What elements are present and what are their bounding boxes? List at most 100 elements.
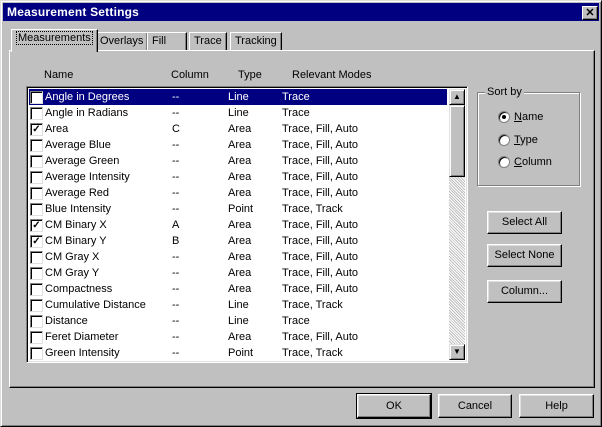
item-type: Area: [228, 235, 252, 247]
radio-dot: [498, 134, 510, 146]
check-icon[interactable]: ✓: [30, 123, 43, 136]
list-item[interactable]: Compactness -- Area Trace, Fill, Auto: [29, 281, 447, 297]
close-button[interactable]: ✕: [582, 6, 598, 20]
item-column: --: [172, 203, 180, 215]
radio-label: Column: [514, 156, 552, 168]
checkbox[interactable]: [30, 187, 43, 200]
checkbox[interactable]: [30, 331, 43, 344]
item-column: A: [172, 219, 180, 231]
list-item[interactable]: Cumulative Distance -- Line Trace, Track: [29, 297, 447, 313]
list-item[interactable]: CM Gray X -- Area Trace, Fill, Auto: [29, 249, 447, 265]
item-modes: Trace, Fill, Auto: [282, 251, 359, 263]
item-column: --: [172, 251, 180, 263]
list-item[interactable]: Average Blue -- Area Trace, Fill, Auto: [29, 137, 447, 153]
arrow-up-icon[interactable]: ▲: [449, 89, 465, 105]
header-type: Type: [238, 69, 262, 81]
checkbox[interactable]: [30, 155, 43, 168]
checkbox[interactable]: [30, 347, 43, 360]
list-item[interactable]: Feret Diameter -- Area Trace, Fill, Auto: [29, 329, 447, 345]
tab-fill[interactable]: Fill: [147, 32, 187, 51]
tab-label: Tracking: [235, 35, 277, 47]
tab-trace[interactable]: Trace: [189, 32, 227, 51]
list-item[interactable]: ✓ CM Binary X A Area Trace, Fill, Auto: [29, 217, 447, 233]
checkbox[interactable]: [30, 267, 43, 280]
item-name: Average Intensity: [45, 171, 130, 183]
item-type: Area: [228, 283, 252, 295]
list-item[interactable]: ✓ CM Binary Y B Area Trace, Fill, Auto: [29, 233, 447, 249]
select-none-button[interactable]: Select None: [487, 244, 562, 267]
item-column: --: [172, 139, 180, 151]
tab-label: Measurements: [16, 31, 93, 45]
tab-label: Fill: [152, 35, 167, 47]
item-name: Average Green: [45, 155, 120, 167]
item-modes: Trace, Fill, Auto: [282, 331, 359, 343]
tab-measurements[interactable]: Measurements: [11, 29, 98, 52]
scroll-thumb[interactable]: [449, 105, 465, 177]
item-type: Area: [228, 123, 252, 135]
tab-overlays[interactable]: Overlays: [95, 32, 149, 51]
item-modes: Trace, Track: [282, 299, 343, 311]
item-modes: Trace, Track: [282, 347, 343, 359]
radio-label: Type: [514, 134, 538, 146]
item-column: --: [172, 315, 180, 327]
dialog-window: Measurement Settings ✕ Measurements Over…: [0, 0, 602, 427]
checkbox[interactable]: [30, 315, 43, 328]
list-item[interactable]: Angle in Radians -- Line Trace: [29, 105, 447, 121]
checkbox[interactable]: [30, 171, 43, 184]
checkbox[interactable]: [30, 251, 43, 264]
checkbox[interactable]: [30, 203, 43, 216]
list-item[interactable]: ✓ Area C Area Trace, Fill, Auto: [29, 121, 447, 137]
item-name: CM Gray Y: [45, 267, 100, 279]
measurements-list[interactable]: Angle in Degrees -- Line Trace Angle in Radi…: [26, 86, 468, 363]
checkbox[interactable]: [30, 299, 43, 312]
checkbox[interactable]: [30, 139, 43, 152]
item-modes: Trace: [282, 315, 310, 327]
item-modes: Trace, Fill, Auto: [282, 139, 359, 151]
arrow-down-icon[interactable]: ▼: [449, 344, 465, 360]
item-type: Point: [228, 347, 254, 359]
item-modes: Trace, Fill, Auto: [282, 219, 359, 231]
item-column: --: [172, 155, 180, 167]
radio-dot: [498, 111, 510, 123]
tab-label: Trace: [194, 35, 222, 47]
item-type: Area: [228, 155, 252, 167]
tab-tracking[interactable]: Tracking: [230, 32, 282, 51]
item-column: --: [172, 171, 180, 183]
item-column: --: [172, 347, 180, 359]
item-type: Area: [228, 219, 252, 231]
help-button[interactable]: Help: [519, 394, 594, 418]
ok-button[interactable]: OK: [356, 393, 432, 419]
list-item[interactable]: Distance -- Line Trace: [29, 313, 447, 329]
column-button[interactable]: Column...: [487, 280, 562, 303]
dialog-title: Measurement Settings: [7, 5, 140, 19]
list-item[interactable]: Green Intensity -- Point Trace, Track: [29, 345, 447, 361]
item-name: Cumulative Distance: [45, 299, 146, 311]
checkbox[interactable]: [30, 91, 43, 104]
header-column: Column: [171, 69, 209, 81]
list-item[interactable]: Average Red -- Area Trace, Fill, Auto: [29, 185, 447, 201]
tab-label: Overlays: [100, 35, 144, 47]
item-type: Point: [228, 203, 254, 215]
item-type: Area: [228, 187, 252, 199]
item-modes: Trace: [282, 107, 310, 119]
item-column: --: [172, 283, 180, 295]
check-icon[interactable]: ✓: [30, 219, 43, 232]
list-item[interactable]: Angle in Degrees -- Line Trace: [29, 89, 447, 105]
title-bar[interactable]: Measurement Settings ✕: [3, 3, 599, 21]
vertical-scrollbar[interactable]: ▲ ▼: [449, 89, 465, 360]
list-item[interactable]: CM Gray Y -- Area Trace, Fill, Auto: [29, 265, 447, 281]
item-name: CM Binary Y: [45, 235, 107, 247]
item-type: Area: [228, 251, 252, 263]
item-column: B: [172, 235, 180, 247]
checkbox[interactable]: [30, 283, 43, 296]
check-icon[interactable]: ✓: [30, 235, 43, 248]
item-name: Angle in Degrees: [45, 91, 130, 103]
select-all-button[interactable]: Select All: [487, 211, 562, 234]
item-modes: Trace, Fill, Auto: [282, 283, 359, 295]
checkbox[interactable]: [30, 107, 43, 120]
item-type: Area: [228, 267, 252, 279]
cancel-button[interactable]: Cancel: [438, 394, 512, 418]
list-item[interactable]: Average Green -- Area Trace, Fill, Auto: [29, 153, 447, 169]
list-item[interactable]: Blue Intensity -- Point Trace, Track: [29, 201, 447, 217]
list-item[interactable]: Average Intensity -- Area Trace, Fill, Auto: [29, 169, 447, 185]
